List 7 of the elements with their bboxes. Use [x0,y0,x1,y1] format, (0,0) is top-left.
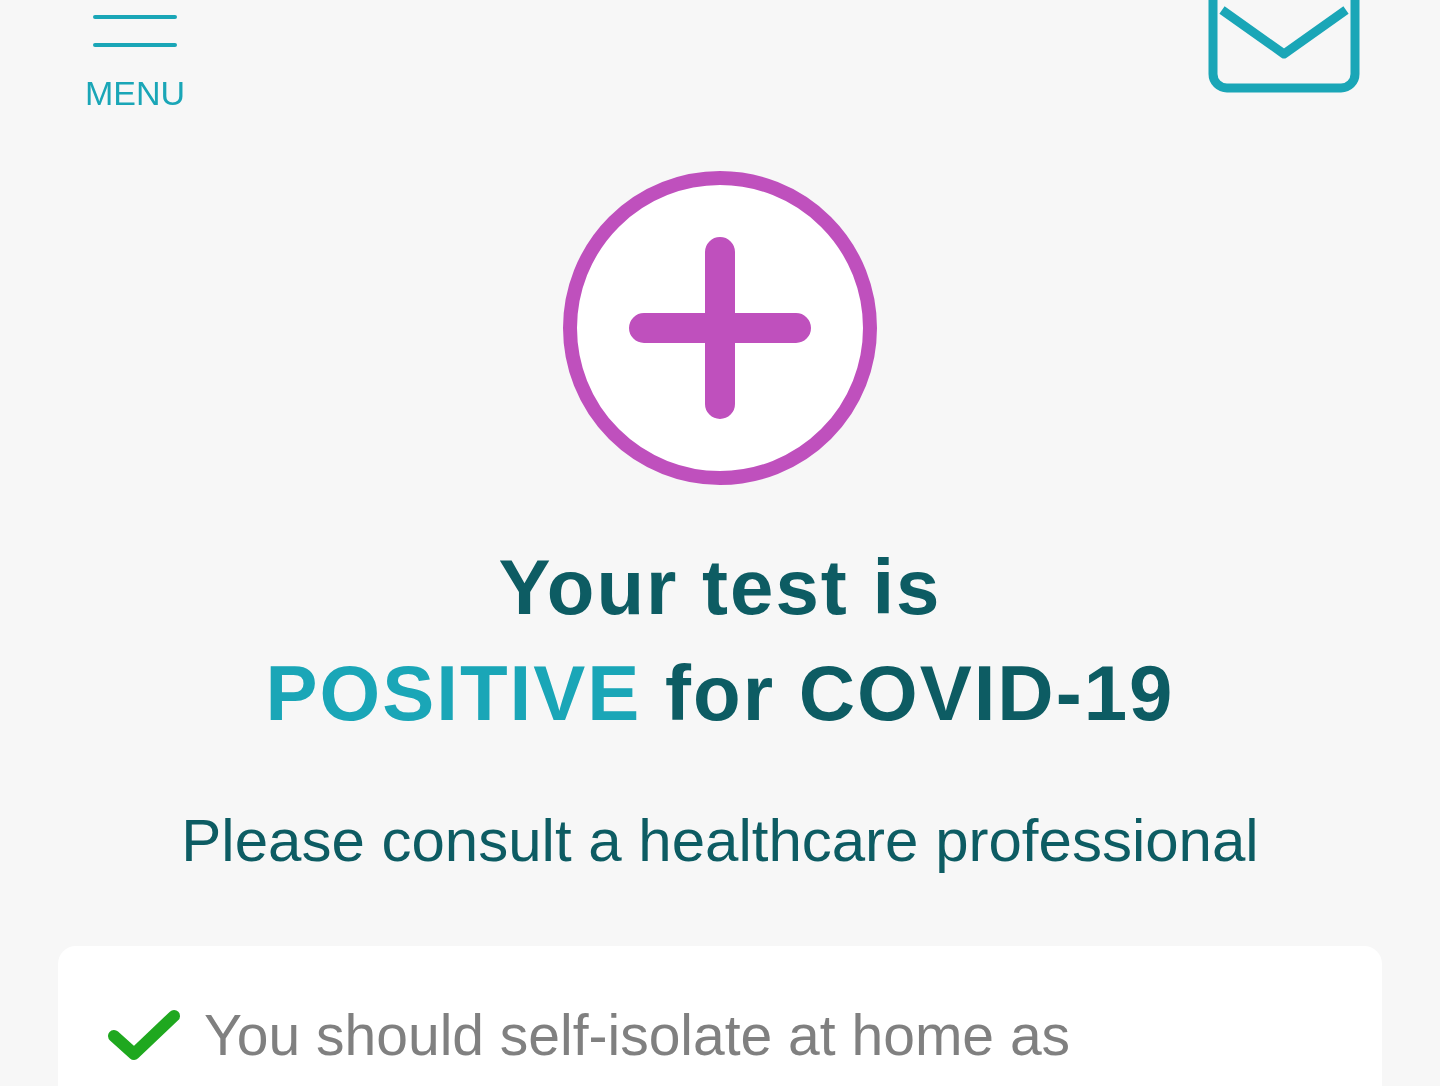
menu-icon [92,12,179,48]
menu-button[interactable]: MENU [85,0,186,110]
result-heading: Your test is POSITIVE for COVID-19 [264,542,1176,739]
subtitle: Please consult a healthcare professional [180,806,1260,876]
mail-icon[interactable] [1208,0,1360,94]
advice-text: You should self-isolate at home as [204,1002,1071,1069]
plus-circle-icon [562,170,878,486]
